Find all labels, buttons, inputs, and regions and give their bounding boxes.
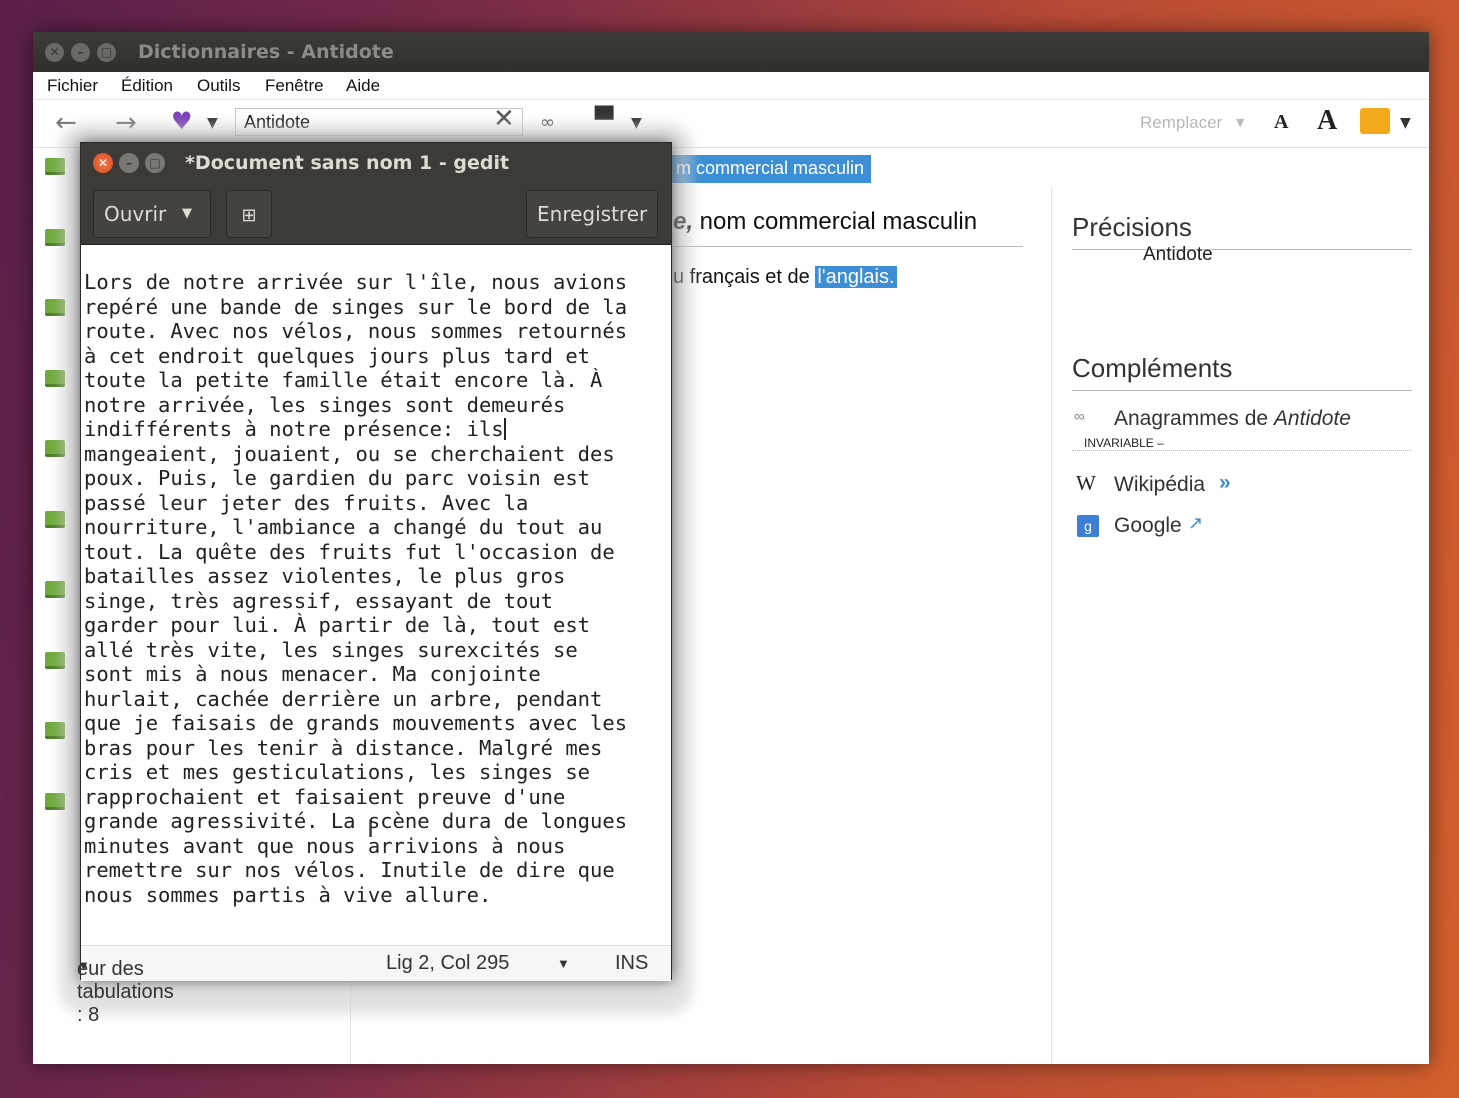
text-line: passé leur jeter des fruits. Avec la <box>84 490 529 515</box>
chevron-down-icon: ▼ <box>77 958 90 973</box>
minimize-icon[interactable]: – <box>119 153 139 173</box>
divider <box>1072 390 1412 391</box>
text-line: bras pour les tenir à distance. Malgré m… <box>84 735 603 760</box>
google-icon: g <box>1077 515 1099 537</box>
text-line: tout. La quête des fruits fut l'occasion… <box>84 539 615 564</box>
wikipedia-link[interactable]: Wikipédia <box>1114 473 1205 497</box>
gedit-headerbar: Ouvrir ▼ ⊞ Enregistrer <box>81 185 671 245</box>
maximize-icon[interactable]: □ <box>97 43 116 62</box>
dotted-divider <box>1072 450 1412 451</box>
text-line: cris et mes gesticulations, les singes s… <box>84 760 591 784</box>
text-line: mangeaient, jouaient, ou se cherchaient … <box>84 441 615 466</box>
external-link-icon[interactable]: ↗ <box>1188 513 1203 534</box>
new-tab-button[interactable]: ⊞ <box>226 190 272 238</box>
ibeam-cursor-icon: I <box>367 815 375 843</box>
replace-button[interactable]: Remplacer <box>1140 113 1222 133</box>
details-panel: Précisions INVARIABLE – Compléments ∞ An… <box>1051 187 1429 1064</box>
text-line: Lors de notre arrivée sur l'île, nous av… <box>84 270 628 294</box>
gedit-title: *Document sans nom 1 - gedit <box>185 152 510 174</box>
binoculars-icon: ∞ <box>1074 408 1085 425</box>
text-line: notre arrivée, les singes sont demeurés <box>84 392 566 417</box>
text-line: grande agressivité. La scène dura de lon… <box>84 809 628 833</box>
text-line: minutes avant que nous arrivions à nous <box>84 833 566 858</box>
definition-line: u français et de l'anglais. <box>673 266 897 289</box>
text-line: poux. Puis, le gardien du parc voisin es… <box>84 466 591 490</box>
menu-bar: Fichier Édition Outils Fenêtre Aide <box>33 72 1429 100</box>
text-line: singe, très agressif, essayant de tout <box>84 588 553 613</box>
text-line-with-cursor: indifférents à notre présence: ils <box>84 417 506 442</box>
entry-category: nom commercial masculin <box>693 208 978 235</box>
text-line: garder pour lui. À partir de là, tout es… <box>84 613 591 637</box>
status-bar: eur des tabulations : 8 ▼ Lig 2, Col 295… <box>77 945 671 1026</box>
chevron-right-icon[interactable]: » <box>1219 471 1231 495</box>
text-line: repéré une bande de singes sur le bord d… <box>84 294 628 319</box>
menu-aide[interactable]: Aide <box>346 76 380 96</box>
antidote-titlebar: ✕ – □ Dictionnaires - Antidote <box>33 32 1429 72</box>
new-tab-icon: ⊞ <box>241 205 257 226</box>
text-editor[interactable]: Lors de notre arrivée sur l'île, nous av… <box>81 245 671 945</box>
text-line: nourriture, l'ambiance a changé du tout … <box>84 515 603 539</box>
open-label: Ouvrir <box>104 202 167 226</box>
divider <box>673 246 1023 247</box>
text-line: route. Avec nos vélos, nous sommes retou… <box>84 319 628 343</box>
google-link[interactable]: Google <box>1114 514 1182 538</box>
divider <box>1072 249 1412 250</box>
text-line: nous sommes partis à vive allure. <box>84 882 492 907</box>
text-line: batailles assez violentes, le plus gros <box>84 564 566 588</box>
save-button[interactable]: Enregistrer <box>526 190 659 238</box>
open-button[interactable]: Ouvrir ▼ <box>93 190 211 238</box>
dash-separator: – <box>1153 436 1164 450</box>
precision-value: Antidote <box>1143 244 1213 265</box>
definition-text: u français et de <box>673 266 816 288</box>
invariable-label: INVARIABLE <box>1084 436 1154 450</box>
text-line: sont mis à nous menacer. Ma conjointe <box>84 662 541 686</box>
window-title: Dictionnaires - Antidote <box>138 41 394 63</box>
font-decrease-button[interactable]: A <box>1274 112 1288 132</box>
cursor-position: Lig 2, Col 295 <box>386 952 510 974</box>
minimize-icon[interactable]: – <box>71 43 90 62</box>
text-line: indifférents à notre présence: ils <box>84 417 504 441</box>
tab-width-label: eur des tabulations : 8 <box>77 958 174 1026</box>
precisions-title: Précisions <box>1072 212 1192 242</box>
text-line: que je faisais de grands mouvements avec… <box>84 711 628 735</box>
gedit-window: ✕ – □ *Document sans nom 1 - gedit Ouvri… <box>77 142 672 1026</box>
text-line: remettre sur nos vélos. Inutile de dire … <box>84 858 615 882</box>
menu-fichier[interactable]: Fichier <box>47 76 98 96</box>
chevron-down-icon[interactable]: ▼ <box>1400 116 1411 130</box>
text-line: hurlait, cachée derrière un arbre, penda… <box>84 686 603 711</box>
chevron-down-icon[interactable]: ▼ <box>557 956 570 971</box>
insert-mode[interactable]: INS <box>615 952 648 975</box>
chevron-down-icon[interactable]: ▼ <box>1236 117 1244 128</box>
chevron-down-icon: ▼ <box>182 206 192 221</box>
menu-fenetre[interactable]: Fenêtre <box>265 76 324 96</box>
menu-outils[interactable]: Outils <box>197 76 240 96</box>
font-increase-button[interactable]: A <box>1317 107 1337 135</box>
anagrams-label: Anagrammes de <box>1114 407 1274 430</box>
text-line: rapprochaient et faisaient preuve d'une <box>84 784 566 809</box>
color-swatch-icon[interactable] <box>1360 108 1390 134</box>
entry-heading: e, nom commercial masculin <box>673 208 977 236</box>
maximize-icon[interactable]: □ <box>145 153 165 173</box>
text-line: toute la petite famille était encore là.… <box>84 368 603 392</box>
entry-banner: m commercial masculin <box>669 155 872 183</box>
text-line: à cet endroit quelques jours plus tard e… <box>84 343 591 368</box>
definition-link[interactable]: l'anglais. <box>815 266 897 288</box>
complements-title: Compléments <box>1072 353 1233 383</box>
invariable-tag: INVARIABLE – <box>1084 436 1164 450</box>
close-icon[interactable]: ✕ <box>93 153 113 173</box>
text-line: allé très vite, les singes surexcités se <box>84 637 578 662</box>
close-icon[interactable]: ✕ <box>45 43 64 62</box>
menu-edition[interactable]: Édition <box>121 76 173 96</box>
anagrams-link[interactable]: Anagrammes de Antidote <box>1114 407 1351 431</box>
gedit-titlebar: ✕ – □ *Document sans nom 1 - gedit <box>81 143 671 185</box>
anagrams-word: Antidote <box>1273 407 1351 430</box>
wikipedia-icon: W <box>1076 471 1096 495</box>
text-cursor <box>503 418 506 440</box>
